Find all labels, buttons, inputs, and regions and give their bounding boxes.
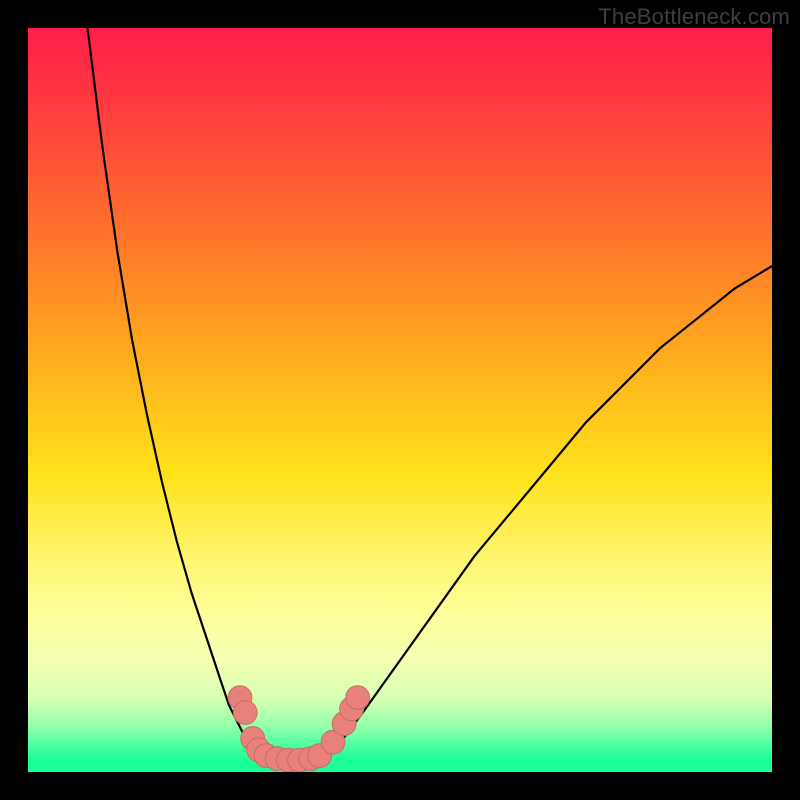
- data-marker: [346, 686, 370, 710]
- watermark-text: TheBottleneck.com: [598, 4, 790, 30]
- data-marker: [233, 701, 257, 725]
- data-markers: [228, 686, 369, 772]
- chart-svg: [28, 28, 772, 772]
- chart-frame: TheBottleneck.com: [0, 0, 800, 800]
- bottleneck-curve: [88, 28, 773, 761]
- chart-plot-area: [28, 28, 772, 772]
